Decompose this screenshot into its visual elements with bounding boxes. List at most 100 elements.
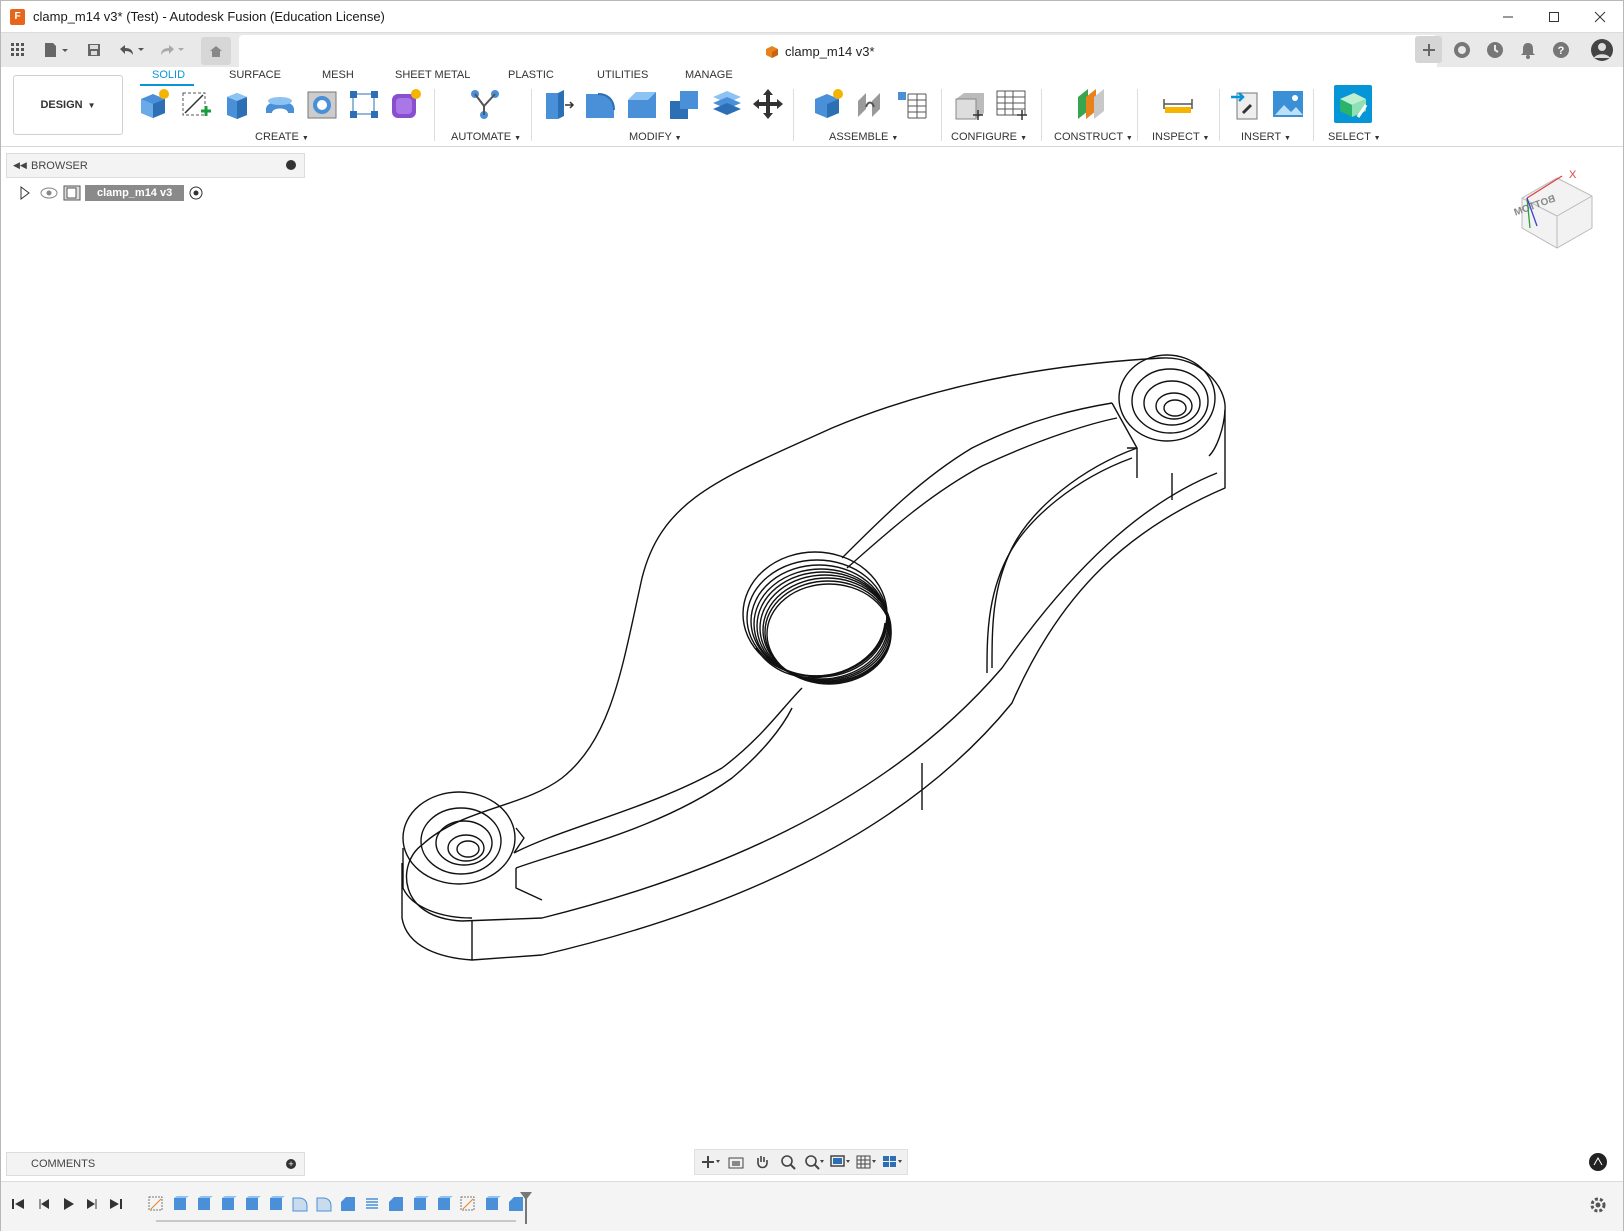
bill-of-materials-button[interactable] [895, 87, 929, 121]
offset-plane-button[interactable] [1073, 87, 1107, 121]
help-button[interactable]: ? [1547, 36, 1574, 63]
timeline-feature-extrude[interactable] [411, 1195, 429, 1213]
insert-derive-button[interactable] [1229, 87, 1263, 121]
automate-group[interactable]: AUTOMATE ▼ [451, 131, 521, 143]
new-component-button[interactable] [137, 87, 171, 121]
timeline-feature-thread[interactable] [363, 1195, 381, 1213]
move-copy-button[interactable] [751, 87, 785, 121]
timeline-feature-chamfer[interactable] [387, 1195, 405, 1213]
timeline-feature-sketch[interactable] [459, 1195, 477, 1213]
grid-settings-button[interactable] [855, 1152, 877, 1172]
hole-button[interactable] [305, 87, 339, 121]
insert-group[interactable]: INSERT ▼ [1241, 131, 1291, 143]
save-button[interactable] [83, 33, 105, 66]
comments-panel[interactable]: COMMENTS + [6, 1152, 305, 1176]
tab-manage[interactable]: MANAGE [685, 69, 733, 81]
collapse-panel-button[interactable]: ◀◀ [13, 160, 27, 171]
configure-group[interactable]: CONFIGURE ▼ [951, 131, 1027, 143]
file-menu-button[interactable] [39, 33, 73, 66]
timeline-feature-chamfer[interactable] [339, 1195, 357, 1213]
chamfer-button[interactable] [625, 87, 659, 121]
extensions-button[interactable] [1448, 36, 1475, 63]
redo-button[interactable] [155, 33, 189, 66]
measure-button[interactable] [1161, 87, 1195, 121]
tab-plastic[interactable]: PLASTIC [508, 69, 554, 81]
offset-face-button[interactable] [709, 87, 743, 121]
timeline-feature-extrude[interactable] [195, 1195, 213, 1213]
undo-button[interactable] [115, 33, 149, 66]
joint-button[interactable] [853, 87, 887, 121]
maximize-button[interactable] [1531, 1, 1577, 32]
close-window-button[interactable] [1577, 1, 1623, 32]
eye-icon[interactable] [39, 186, 59, 200]
ai-assistant-button[interactable] [1589, 1153, 1607, 1171]
notifications-button[interactable] [1514, 36, 1541, 63]
modify-group[interactable]: MODIFY ▼ [629, 131, 682, 143]
automate-button[interactable] [467, 87, 501, 121]
extrude-button[interactable] [221, 87, 255, 121]
timeline-marker[interactable] [519, 1190, 533, 1224]
configuration-table-button[interactable] [995, 87, 1029, 121]
zoom-button[interactable] [777, 1152, 799, 1172]
3d-viewport[interactable]: BOTTOM X [2, 148, 1624, 1158]
timeline-feature-extrude[interactable] [483, 1195, 501, 1213]
document-tab[interactable]: clamp_m14 v3* ✕ [239, 35, 1437, 68]
activate-radio-icon[interactable] [188, 185, 204, 201]
timeline-feature-sketch[interactable] [147, 1195, 165, 1213]
select-group[interactable]: SELECT ▼ [1328, 131, 1381, 143]
tab-sheet-metal[interactable]: SHEET METAL [395, 69, 470, 81]
tab-mesh[interactable]: MESH [322, 69, 354, 81]
root-component-label[interactable]: clamp_m14 v3 [85, 185, 185, 201]
create-group[interactable]: CREATE ▼ [255, 131, 309, 143]
construct-group[interactable]: CONSTRUCT ▼ [1054, 131, 1133, 143]
pan-button[interactable] [751, 1152, 773, 1172]
minimize-button[interactable] [1485, 1, 1531, 32]
timeline-feature-extrude[interactable] [243, 1195, 261, 1213]
timeline-feature-fillet[interactable] [315, 1195, 333, 1213]
step-back-button[interactable] [35, 1195, 53, 1213]
avatar[interactable] [1588, 36, 1615, 63]
orbit-button[interactable] [699, 1152, 721, 1172]
revolve-button[interactable] [263, 87, 297, 121]
insert-canvas-button[interactable] [1271, 87, 1305, 121]
tab-solid[interactable]: SOLID [152, 69, 185, 81]
add-comment-button[interactable]: + [286, 1159, 296, 1169]
press-pull-button[interactable] [541, 87, 575, 121]
timeline-settings-button[interactable] [1589, 1196, 1607, 1217]
play-button[interactable] [59, 1195, 77, 1213]
select-button[interactable] [1334, 85, 1372, 123]
timeline-feature-fillet[interactable] [291, 1195, 309, 1213]
combine-button[interactable] [667, 87, 701, 121]
timeline-feature-extrude[interactable] [435, 1195, 453, 1213]
configure-button[interactable] [953, 87, 987, 121]
viewcube[interactable]: BOTTOM X [1513, 169, 1593, 249]
inspect-group[interactable]: INSPECT ▼ [1152, 131, 1209, 143]
new-tab-button[interactable] [1415, 36, 1442, 63]
timeline-feature-extrude[interactable] [219, 1195, 237, 1213]
browser-pin-button[interactable] [286, 160, 296, 170]
create-sketch-button[interactable] [179, 87, 213, 121]
assemble-group[interactable]: ASSEMBLE ▼ [829, 131, 898, 143]
job-status-button[interactable] [1481, 36, 1508, 63]
tab-utilities[interactable]: UTILITIES [597, 69, 648, 81]
viewports-button[interactable] [881, 1152, 903, 1172]
tab-surface[interactable]: SURFACE [229, 69, 281, 81]
assemble-new-component-button[interactable] [811, 87, 845, 121]
data-panel-button[interactable] [7, 33, 29, 66]
look-at-button[interactable] [725, 1152, 747, 1172]
timeline-feature-extrude[interactable] [267, 1195, 285, 1213]
home-button[interactable] [201, 37, 231, 65]
display-settings-button[interactable] [829, 1152, 851, 1172]
fillet-button[interactable] [583, 87, 617, 121]
workspace-switcher[interactable]: DESIGN ▼ [13, 75, 123, 135]
fit-button[interactable] [803, 1152, 825, 1172]
rectangular-pattern-button[interactable] [347, 87, 381, 121]
clamp-model[interactable] [401, 354, 1226, 961]
expand-arrow-icon[interactable] [19, 186, 31, 200]
step-forward-button[interactable] [83, 1195, 101, 1213]
go-to-start-button[interactable] [9, 1195, 27, 1213]
go-to-end-button[interactable] [107, 1195, 125, 1213]
browser-root-node[interactable]: clamp_m14 v3 [19, 182, 204, 204]
create-form-button[interactable] [389, 87, 423, 121]
timeline-feature-extrude[interactable] [171, 1195, 189, 1213]
